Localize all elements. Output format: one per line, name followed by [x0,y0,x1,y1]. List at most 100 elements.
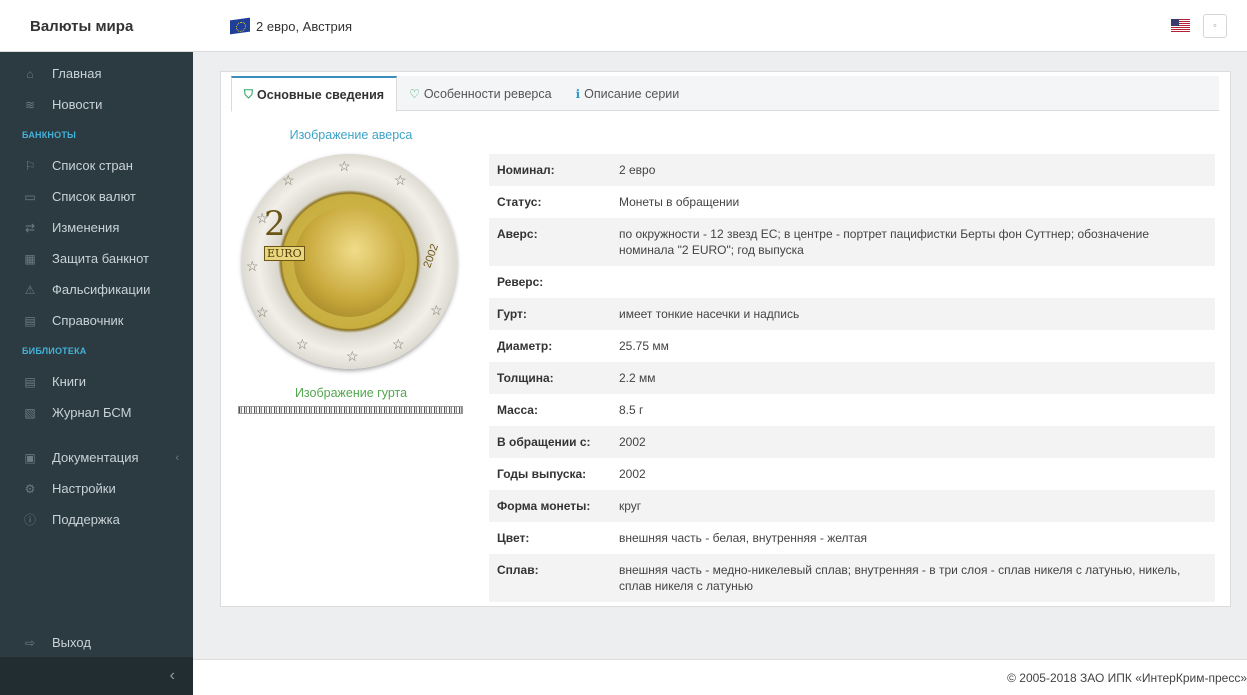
field-label: Годы выпуска: [497,467,587,481]
eu-flag-icon [230,17,250,35]
tab-1[interactable]: ♡ Особенности реверса [397,76,564,111]
field-value [611,266,1215,298]
breadcrumb: 2 евро, Австрия [230,0,352,52]
field-label: Цвет: [497,531,530,545]
field-label: Реверс: [497,275,544,289]
sidebar-item-gear[interactable]: ⚙ Настройки [0,473,193,504]
sidebar: ⌂ Главная ≋ Новости БАНКНОТЫ ⚐ Список стран ▭… [0,52,193,695]
field-label: Сплав: [497,563,539,577]
field-label: Диаметр: [497,339,553,353]
sidebar-item-label: Главная [52,66,102,81]
coin-info-table: Номинал: 2 евро Статус: Монеты в обращении А… [489,154,1215,602]
obverse-coin-image[interactable]: ☆ ☆ ☆ ☆ ☆ ☆ ☆ ☆ ☆ ☆ 2 EURO 2002 [242,154,457,369]
journal-icon: ▧ [24,405,36,420]
table-row: Диаметр: 25.75 мм [489,330,1215,362]
book-icon: ▤ [24,374,36,389]
tab-label: Описание серии [584,86,680,101]
table-row: В обращении с: 2002 [489,426,1215,458]
sidebar-item-label: Журнал БСМ [52,405,132,420]
logout-link[interactable]: ⇨ Выход [0,627,193,658]
tab-2[interactable]: ℹ Описание серии [564,76,692,111]
section-header-library: БИБЛИОТЕКА [22,346,87,356]
sidebar-item-label: Защита банкнот [52,251,150,266]
breadcrumb-label: 2 евро, Австрия [256,18,353,34]
table-row: Сплав: внешняя часть - медно-никелевый сп… [489,554,1215,602]
field-value: внешняя часть - медно-никелевый сплав; в… [619,563,1181,593]
table-row: Номинал: 2 евро [489,154,1215,186]
info-icon: ⓘ [23,513,36,527]
chevron-left-icon: ‹ [169,667,175,684]
tab-bar: ⛉ Основные сведения ♡ Особенности реверса ℹ О… [231,76,1219,112]
sidebar-item-label: Справочник [52,313,124,328]
star-icon: ☆ [430,302,443,318]
tab-0[interactable]: ⛉ Основные сведения [231,76,398,112]
coin-details-card: ⛉ Основные сведения ♡ Особенности реверса ℹ О… [220,71,1231,607]
table-row: Масса: 8.5 г [489,394,1215,426]
field-value: 2 евро [619,163,656,177]
sidebar-item-rss[interactable]: ≋ Новости [0,89,193,120]
sidebar-item-archive[interactable]: ▣ Документация ‹ [0,442,193,473]
field-value: 8.5 г [619,403,644,417]
logout-label: Выход [52,635,91,650]
field-label: Номинал: [497,163,555,177]
table-row: Реверс: [489,266,1215,298]
us-flag-icon[interactable] [1171,19,1190,32]
chevron-left-icon: ‹ [175,451,179,464]
star-icon: ☆ [394,172,407,188]
info-icon: ℹ [575,86,581,101]
flag-icon: ⚐ [24,158,36,173]
brand-title[interactable]: Валюты мира [0,0,193,52]
shield-icon: ⛉ [244,87,254,101]
edge-image-title: Изображение гурта [294,386,408,400]
field-value: имеет тонкие насечки и надпись [619,307,800,321]
sidebar-item-flag[interactable]: ⚐ Список стран [0,150,193,181]
table-row: Статус: Монеты в обращении [489,186,1215,218]
sidebar-item-journal[interactable]: ▧ Журнал БСМ [0,397,193,428]
field-label: Гурт: [497,307,527,321]
top-bar: Валюты мира 2 евро, Австрия ◦ [0,0,1247,52]
table-row: Толщина: 2.2 мм [489,362,1215,394]
sidebar-item-warning[interactable]: ⚠ Фальсификации [0,274,193,305]
sidebar-item-exchange[interactable]: ⇄ Изменения [0,212,193,243]
footer: © 2005-2018 ЗАО ИПК «ИнтерКрим-пресс» [193,659,1247,695]
sidebar-item-label: Поддержка [52,512,120,527]
obverse-image-title: Изображение аверса [289,128,413,142]
grid-icon: ▦ [24,251,36,266]
field-label: Аверс: [497,227,538,241]
sidebar-item-label: Настройки [52,481,116,496]
star-icon: ☆ [346,348,359,364]
settings-toggle-button[interactable]: ◦ [1203,14,1227,38]
field-value: по окружности - 12 звезд ЕС; в центре - … [619,227,1150,257]
sidebar-item-info[interactable]: ⓘ Поддержка [0,504,193,535]
sidebar-item-money[interactable]: ▭ Список валют [0,181,193,212]
tab-label: Особенности реверса [423,86,552,101]
shield-outline-icon: ♡ [409,86,420,101]
coin-year: 2002 [420,242,441,270]
star-icon: ☆ [282,172,295,188]
money-icon: ▭ [24,189,36,204]
rss-icon: ≋ [24,97,36,112]
sidebar-collapse-button[interactable]: ‹ [0,657,193,695]
coin-center-portrait [294,206,405,317]
sidebar-item-grid[interactable]: ▦ Защита банкнот [0,243,193,274]
table-row: Годы выпуска: 2002 [489,458,1215,490]
field-label: Статус: [497,195,542,209]
sidebar-item-file[interactable]: ▤ Справочник [0,305,193,336]
field-value: круг [619,499,642,513]
star-icon: ☆ [256,304,269,320]
star-icon: ☆ [392,336,405,352]
sidebar-item-home[interactable]: ⌂ Главная [0,58,193,89]
field-value: 2002 [619,435,646,449]
field-value: 2.2 мм [619,371,656,385]
home-icon: ⌂ [26,66,34,81]
star-icon: ☆ [296,336,309,352]
gear-icon: ⚙ [24,481,36,496]
exchange-icon: ⇄ [24,220,36,235]
tab-label: Основные сведения [257,87,385,102]
field-label: Толщина: [497,371,554,385]
table-row: Аверс: по окружности - 12 звезд ЕС; в цен… [489,218,1215,266]
table-row: Форма монеты: круг [489,490,1215,522]
coin-euro-label: EURO [264,246,305,261]
edge-image[interactable] [238,406,463,414]
sidebar-item-book[interactable]: ▤ Книги [0,366,193,397]
